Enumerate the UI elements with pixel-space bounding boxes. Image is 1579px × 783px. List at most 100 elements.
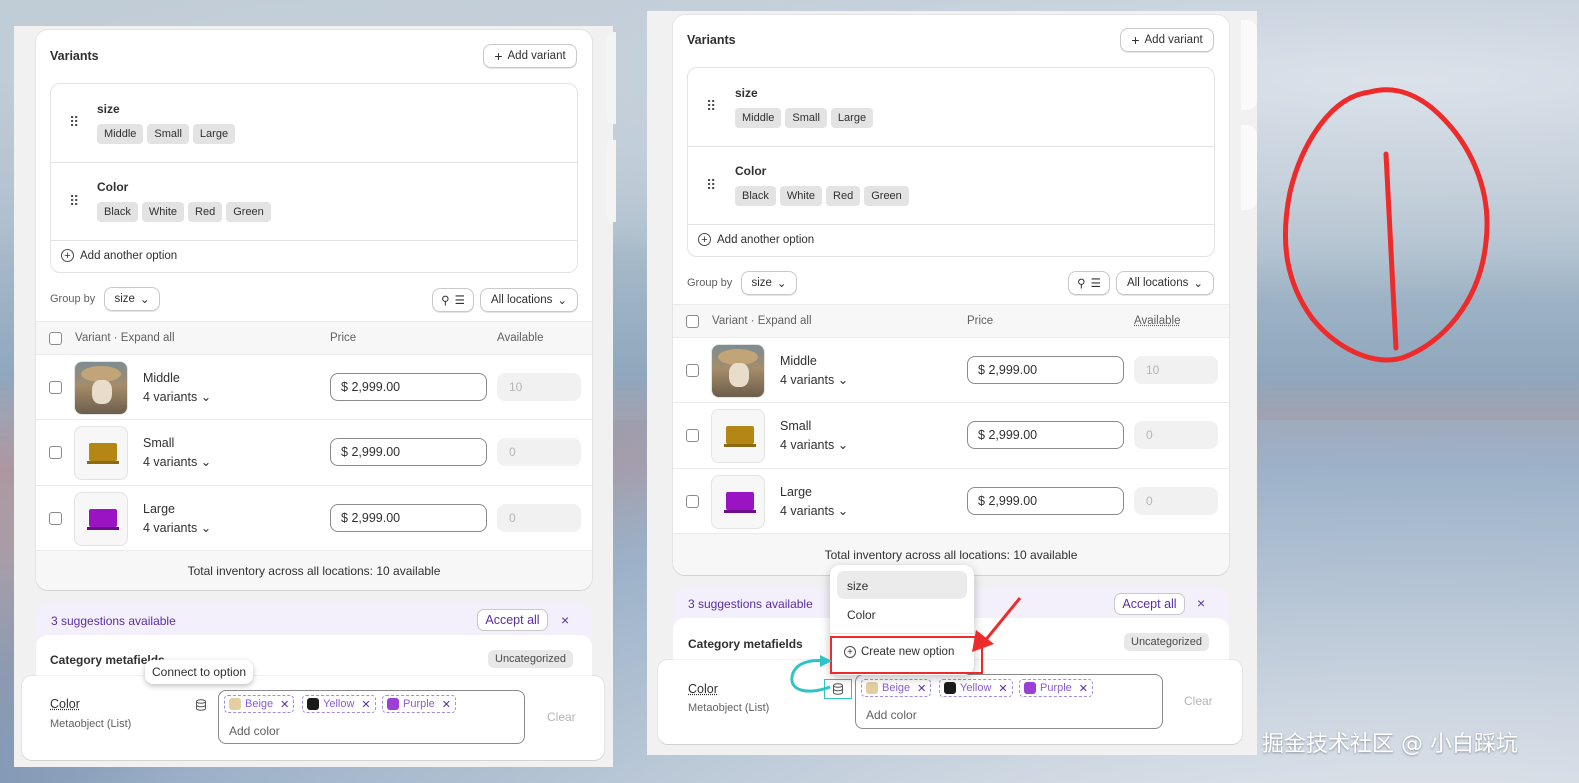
option-row-size[interactable]: ⠿ size Middle Small Large bbox=[51, 84, 577, 163]
row-checkbox[interactable] bbox=[686, 495, 699, 508]
variant-name[interactable]: Small bbox=[780, 419, 811, 433]
color-values-input[interactable]: Beige ✕ Yellow ✕ Purple ✕ Add color bbox=[218, 690, 525, 744]
plus-circle-icon: + bbox=[61, 249, 74, 262]
clear-button[interactable]: Clear bbox=[547, 710, 576, 724]
close-icon[interactable]: ✕ bbox=[442, 698, 451, 711]
option-name: Color bbox=[97, 180, 129, 194]
close-icon[interactable]: ✕ bbox=[280, 698, 289, 711]
col-variant[interactable]: Variant · Expand all bbox=[712, 315, 812, 327]
table-header: Variant · Expand all Price Available bbox=[36, 321, 592, 354]
locations-select[interactable]: All locations ⌄ bbox=[1116, 271, 1214, 295]
search-filter-button[interactable]: ⚲ ☰ bbox=[432, 288, 474, 312]
close-icon[interactable]: ✕ bbox=[917, 682, 926, 695]
product-thumbnail[interactable] bbox=[711, 409, 765, 463]
color-values-input[interactable]: Beige ✕ Yellow ✕ Purple ✕ Add color bbox=[855, 674, 1163, 729]
color-chip-yellow[interactable]: Yellow ✕ bbox=[302, 695, 376, 713]
variant-count[interactable]: 4 variants ⌄ bbox=[143, 520, 211, 535]
row-checkbox[interactable] bbox=[686, 364, 699, 377]
total-inventory-row: Total inventory across all locations: 10… bbox=[36, 550, 592, 590]
row-checkbox[interactable] bbox=[49, 512, 62, 525]
variant-name[interactable]: Large bbox=[780, 485, 812, 499]
group-by-select[interactable]: size ⌄ bbox=[741, 271, 797, 295]
add-variant-button[interactable]: + Add variant bbox=[483, 44, 577, 68]
close-icon[interactable]: × bbox=[1197, 595, 1205, 611]
variant-name[interactable]: Middle bbox=[780, 354, 817, 368]
select-all-checkbox[interactable] bbox=[686, 315, 699, 328]
price-input[interactable]: $ 2,999.00 bbox=[967, 487, 1124, 515]
option-row-size[interactable]: ⠿ size Middle Small Large bbox=[688, 68, 1214, 147]
variants-card: Variants + Add variant ⠿ size Middle Sma… bbox=[36, 30, 592, 590]
variant-count[interactable]: 4 variants ⌄ bbox=[143, 389, 211, 404]
option-value-chip: Green bbox=[864, 186, 909, 206]
row-checkbox[interactable] bbox=[686, 429, 699, 442]
drag-handle-icon[interactable]: ⠿ bbox=[69, 194, 79, 208]
chevron-down-icon: ⌄ bbox=[200, 390, 212, 404]
option-value-chip: Red bbox=[188, 202, 223, 222]
col-variant[interactable]: Variant · Expand all bbox=[75, 332, 175, 344]
table-row: Large 4 variants ⌄ $ 2,999.00 0 bbox=[36, 485, 592, 550]
close-icon[interactable]: × bbox=[561, 612, 569, 628]
close-icon[interactable]: ✕ bbox=[361, 698, 370, 711]
database-icon[interactable] bbox=[195, 699, 207, 711]
drag-handle-icon[interactable]: ⠿ bbox=[69, 115, 79, 129]
row-checkbox[interactable] bbox=[49, 381, 62, 394]
option-value-chip: Small bbox=[785, 108, 827, 128]
add-color-placeholder[interactable]: Add color bbox=[229, 724, 280, 738]
option-row-color[interactable]: ⠿ Color Black White Red Green bbox=[51, 163, 577, 241]
suggestions-text: 3 suggestions available bbox=[51, 614, 176, 628]
uncategorized-badge: Uncategorized bbox=[488, 650, 573, 668]
field-name[interactable]: Color bbox=[688, 682, 718, 696]
add-another-option-link[interactable]: + Add another option bbox=[61, 249, 177, 262]
select-all-checkbox[interactable] bbox=[49, 332, 62, 345]
options-box: ⠿ size Middle Small Large ⠿ Color Black … bbox=[50, 83, 578, 273]
variant-name[interactable]: Large bbox=[143, 502, 175, 516]
search-icon: ⚲ bbox=[1077, 278, 1086, 290]
product-thumbnail[interactable] bbox=[74, 361, 128, 415]
price-input[interactable]: $ 2,999.00 bbox=[330, 438, 487, 466]
product-thumbnail[interactable] bbox=[74, 492, 128, 546]
price-input[interactable]: $ 2,999.00 bbox=[330, 373, 487, 401]
search-filter-button[interactable]: ⚲ ☰ bbox=[1068, 271, 1110, 295]
close-icon[interactable]: ✕ bbox=[998, 682, 1007, 695]
background-card-edge bbox=[1241, 20, 1257, 110]
color-swatch bbox=[387, 698, 399, 710]
row-checkbox[interactable] bbox=[49, 446, 62, 459]
menu-item-color[interactable]: Color bbox=[847, 608, 876, 622]
group-by-select[interactable]: size ⌄ bbox=[104, 287, 160, 311]
add-variant-button[interactable]: + Add variant bbox=[1120, 28, 1214, 52]
color-chip-purple[interactable]: Purple ✕ bbox=[1019, 679, 1094, 697]
color-chip-yellow[interactable]: Yellow ✕ bbox=[939, 679, 1013, 697]
drag-handle-icon[interactable]: ⠿ bbox=[706, 178, 716, 192]
background-card-edge bbox=[606, 32, 616, 124]
option-row-color[interactable]: ⠿ Color Black White Red Green bbox=[688, 147, 1214, 225]
product-thumbnail[interactable] bbox=[711, 344, 765, 398]
locations-select[interactable]: All locations ⌄ bbox=[480, 288, 578, 312]
price-input[interactable]: $ 2,999.00 bbox=[967, 356, 1124, 384]
variant-name[interactable]: Small bbox=[143, 436, 174, 450]
total-inventory-text: Total inventory across all locations: 10… bbox=[187, 564, 441, 578]
price-input[interactable]: $ 2,999.00 bbox=[967, 421, 1124, 449]
color-swatch bbox=[866, 682, 878, 694]
price-input[interactable]: $ 2,999.00 bbox=[330, 504, 487, 532]
product-thumbnail[interactable] bbox=[74, 426, 128, 480]
accept-all-button[interactable]: Accept all bbox=[477, 609, 548, 631]
accept-all-button[interactable]: Accept all bbox=[1114, 593, 1185, 615]
variant-name[interactable]: Middle bbox=[143, 371, 180, 385]
variant-count[interactable]: 4 variants ⌄ bbox=[780, 437, 848, 452]
menu-item-size[interactable]: size bbox=[837, 571, 967, 599]
color-chip-beige[interactable]: Beige ✕ bbox=[224, 695, 295, 713]
close-icon[interactable]: ✕ bbox=[1079, 682, 1088, 695]
add-another-option-link[interactable]: + Add another option bbox=[698, 233, 814, 246]
variant-count[interactable]: 4 variants ⌄ bbox=[780, 503, 848, 518]
color-chip-purple[interactable]: Purple ✕ bbox=[382, 695, 457, 713]
field-name[interactable]: Color bbox=[50, 697, 80, 711]
option-value-chip: Large bbox=[192, 124, 236, 144]
product-thumbnail[interactable] bbox=[711, 475, 765, 529]
variant-count[interactable]: 4 variants ⌄ bbox=[780, 372, 848, 387]
clear-button[interactable]: Clear bbox=[1184, 694, 1213, 708]
variant-count[interactable]: 4 variants ⌄ bbox=[143, 454, 211, 469]
drag-handle-icon[interactable]: ⠿ bbox=[706, 99, 716, 113]
add-color-placeholder[interactable]: Add color bbox=[866, 708, 917, 722]
option-value-chip: White bbox=[779, 186, 823, 206]
color-chip-beige[interactable]: Beige ✕ bbox=[861, 679, 932, 697]
